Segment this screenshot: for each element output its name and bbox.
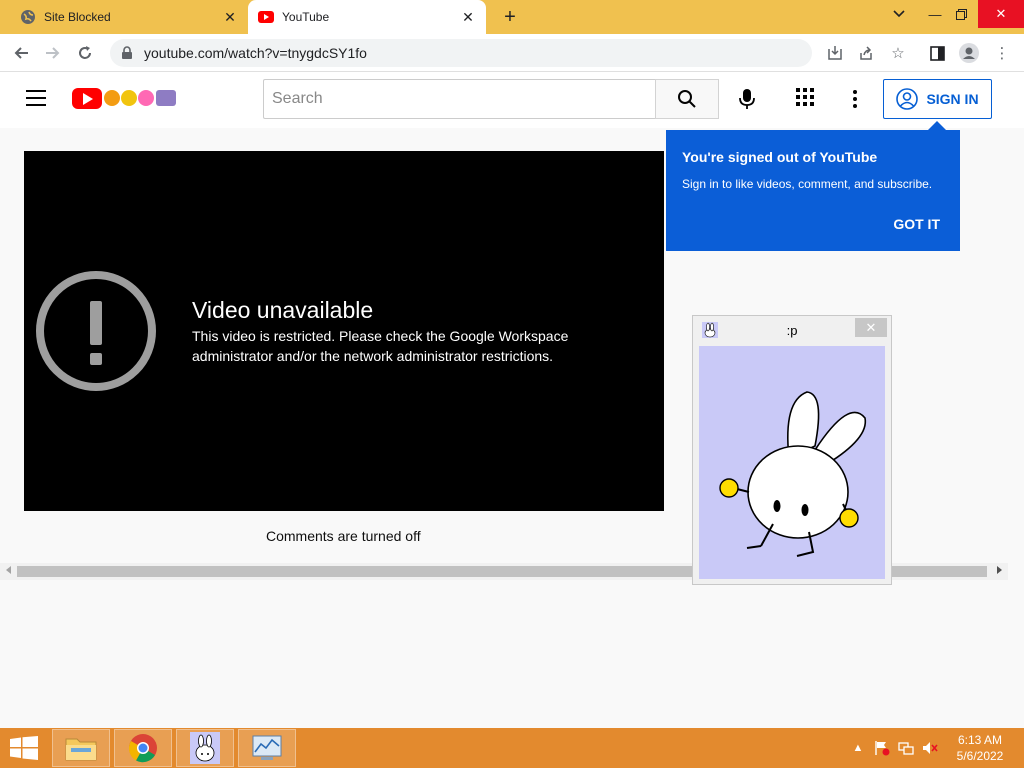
search-icon	[678, 90, 696, 108]
sign-in-button[interactable]: SIGN IN	[883, 79, 992, 119]
share-icon[interactable]	[855, 42, 877, 64]
taskbar-bunny-app[interactable]	[176, 729, 234, 767]
popup-title: You're signed out of YouTube	[682, 149, 878, 165]
close-window-button[interactable]: ✕	[978, 0, 1024, 28]
system-clock[interactable]: 6:13 AM 5/6/2022	[950, 732, 1010, 764]
lock-icon	[122, 46, 132, 59]
hamburger-menu-icon[interactable]	[26, 90, 46, 106]
taskbar-performance-monitor[interactable]	[238, 729, 296, 767]
bunny-app-icon	[190, 732, 220, 764]
folder-icon	[65, 738, 97, 761]
doodle-flower-icon	[138, 90, 154, 106]
voice-search-button[interactable]	[733, 85, 761, 113]
tab-youtube[interactable]: YouTube ✕	[248, 0, 486, 34]
windows-start-icon[interactable]	[10, 736, 38, 760]
clock-date: 5/6/2022	[956, 749, 1004, 763]
side-panel-icon[interactable]	[926, 42, 948, 64]
video-player[interactable]: Video unavailable This video is restrict…	[24, 151, 664, 511]
search-placeholder: Search	[272, 90, 323, 107]
forward-arrow-icon[interactable]	[40, 40, 66, 66]
restore-button[interactable]	[944, 0, 978, 28]
youtube-favicon-icon	[258, 9, 274, 25]
clock-time: 6:13 AM	[957, 733, 1003, 747]
monitor-chart-icon	[252, 735, 282, 760]
browser-toolbar: youtube.com/watch?v=tnygdcSY1fo ☆ ⋮	[0, 34, 1024, 72]
globe-icon	[20, 9, 36, 25]
new-tab-button[interactable]: +	[498, 5, 522, 29]
url-text: youtube.com/watch?v=tnygdcSY1fo	[144, 45, 367, 61]
volume-muted-icon[interactable]	[922, 740, 938, 756]
apps-grid-icon[interactable]	[796, 88, 818, 110]
windows-taskbar: ▲ 6:13 AM 5/6/2022	[0, 728, 1024, 768]
taskbar-chrome[interactable]	[114, 729, 172, 767]
chrome-icon	[128, 734, 157, 763]
mini-window-close-button[interactable]: ✕	[855, 318, 887, 337]
signed-out-popup: You're signed out of YouTube Sign in to …	[666, 121, 960, 251]
doodle-flower-icon	[121, 90, 137, 106]
close-tab-icon[interactable]: ✕	[460, 9, 476, 25]
tab-search-chevron-icon[interactable]	[882, 0, 916, 28]
bunny-animation	[699, 346, 885, 579]
settings-more-icon[interactable]	[844, 88, 866, 110]
browser-menu-icon[interactable]: ⋮	[991, 42, 1013, 64]
reload-icon[interactable]	[72, 40, 98, 66]
taskbar-file-explorer[interactable]	[52, 729, 110, 767]
search-button[interactable]	[655, 79, 719, 119]
show-hidden-icons-chevron-icon[interactable]: ▲	[850, 740, 866, 756]
youtube-logo-icon[interactable]	[72, 88, 102, 109]
error-message: This video is restricted. Please check t…	[192, 328, 569, 364]
exclamation-error-icon	[36, 271, 156, 391]
back-arrow-icon[interactable]	[8, 40, 34, 66]
tab-label: Site Blocked	[44, 10, 111, 24]
microphone-icon	[739, 89, 755, 109]
scroll-left-arrow-icon[interactable]	[6, 566, 11, 574]
got-it-button[interactable]: GOT IT	[893, 216, 940, 232]
error-title: Video unavailable	[192, 297, 374, 323]
action-center-flag-icon[interactable]	[874, 740, 890, 756]
search-input[interactable]: Search	[263, 79, 656, 119]
profile-avatar-icon[interactable]	[958, 42, 980, 64]
browser-title-bar: Site Blocked ✕ YouTube ✕ + — ✕	[0, 0, 1024, 34]
sign-in-label: SIGN IN	[926, 91, 979, 107]
comments-status: Comments are turned off	[266, 528, 421, 544]
close-tab-icon[interactable]: ✕	[222, 9, 238, 25]
bunny-character-icon	[719, 391, 867, 557]
network-icon[interactable]	[898, 740, 914, 756]
address-bar[interactable]: youtube.com/watch?v=tnygdcSY1fo	[110, 39, 812, 67]
popup-message: Sign in to like videos, comment, and sub…	[682, 177, 933, 191]
bookmark-star-icon[interactable]: ☆	[887, 42, 909, 64]
scroll-right-arrow-icon[interactable]	[997, 566, 1002, 574]
tab-label: YouTube	[282, 10, 330, 24]
install-app-icon[interactable]	[824, 42, 846, 64]
mini-window[interactable]: :p ✕	[692, 315, 892, 585]
doodle-flower-icon	[104, 90, 120, 106]
account-circle-icon	[896, 88, 919, 110]
doodle-hedgehog-icon	[156, 90, 176, 106]
youtube-header: Search SIGN IN	[0, 72, 1024, 128]
tab-site-blocked[interactable]: Site Blocked ✕	[0, 0, 248, 34]
